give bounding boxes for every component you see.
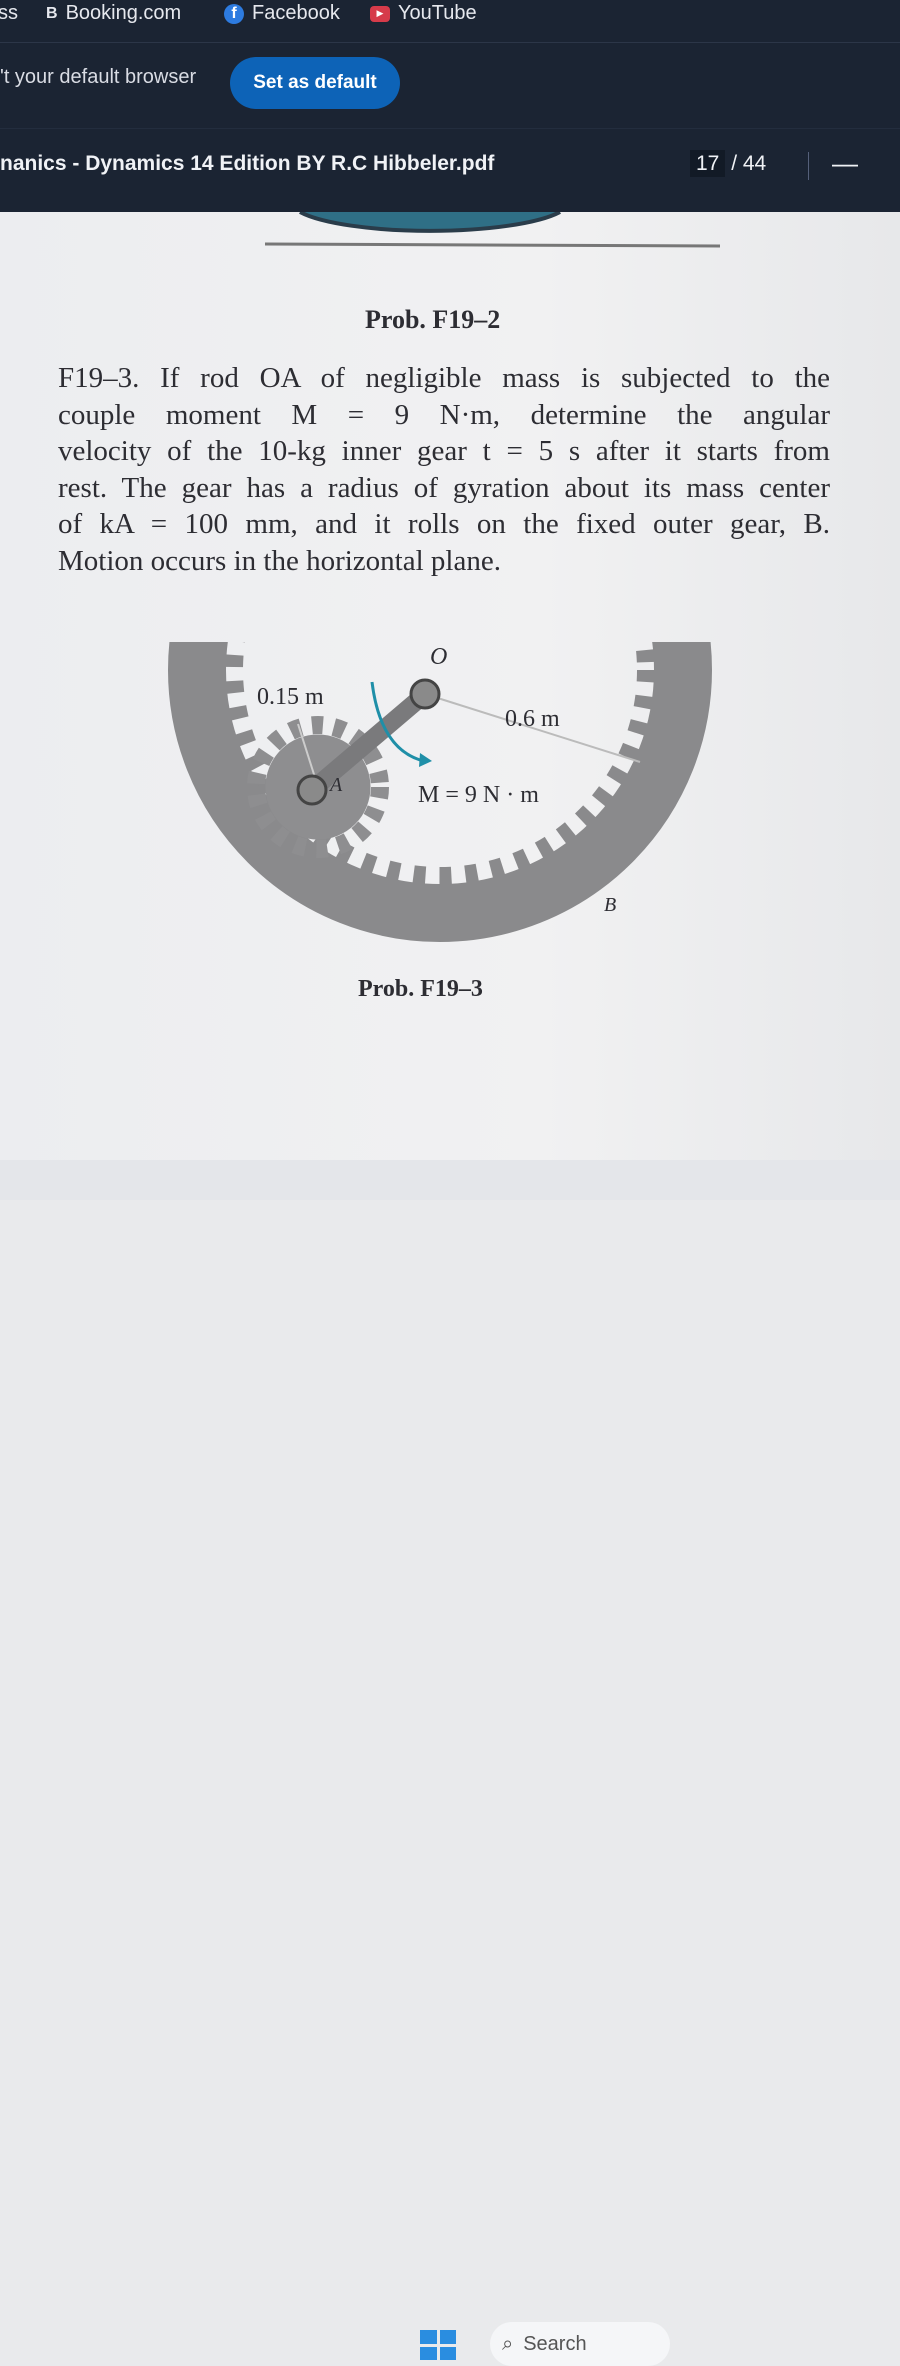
problem-line: of kA = 100 mm, and it rolls on the fixe… xyxy=(58,508,830,540)
page-number-input[interactable]: 17 xyxy=(690,150,726,177)
pdf-title: nanics - Dynamics 14 Edition BY R.C Hibb… xyxy=(0,152,495,175)
label-o: O xyxy=(430,644,448,670)
problem-line: F19–3. If rod OA of negligible mass is s… xyxy=(58,362,830,394)
bookmark-label: ss xyxy=(0,2,18,24)
moment-label: M = 9 N · m xyxy=(418,782,539,808)
problem-line: rest. The gear has a radius of gyration … xyxy=(58,471,830,504)
pin-a xyxy=(296,774,328,806)
bookmark-label: Facebook xyxy=(252,2,340,24)
problem-text: F19–3. If rod OA of negligible mass is s… xyxy=(58,360,830,579)
divider xyxy=(808,152,809,180)
bookmark-youtube[interactable]: ▶ YouTube xyxy=(370,2,477,25)
figure-caption: Prob. F19–3 xyxy=(358,976,483,1002)
facebook-icon: f xyxy=(224,3,244,24)
label-b: B xyxy=(604,894,617,916)
default-browser-message: 't your default browser xyxy=(0,66,197,88)
moment-arrowhead xyxy=(419,753,432,767)
bookmark-facebook[interactable]: f Facebook xyxy=(224,2,340,25)
booking-icon: B xyxy=(46,4,58,22)
prev-figure-disc xyxy=(299,212,561,233)
figure-svg xyxy=(168,212,721,942)
label-a: A xyxy=(330,774,343,796)
prev-figure-ground xyxy=(264,242,721,248)
problem-line: couple moment M = 9 N·m, determine the a… xyxy=(58,398,830,431)
bookmark-label: Booking.com xyxy=(65,2,182,24)
youtube-icon: ▶ xyxy=(370,5,390,22)
windows-start-icon[interactable] xyxy=(420,2330,456,2360)
divider xyxy=(0,128,900,129)
browser-chrome: ss B Booking.com f Facebook ▶ YouTube 't yo… xyxy=(0,0,900,212)
dimension-inner-radius: 0.15 m xyxy=(257,684,324,710)
set-as-default-button[interactable]: Set as default xyxy=(230,57,400,109)
problem-line: Motion occurs in the horizontal plane. xyxy=(58,544,501,577)
problem-line: velocity of the 10-kg inner gear t = 5 s… xyxy=(58,435,830,467)
dimension-outer-radius: 0.6 m xyxy=(505,706,560,732)
taskbar: ⌕ Search xyxy=(0,1160,900,2366)
prev-problem-caption: Prob. F19–2 xyxy=(365,305,501,334)
divider xyxy=(0,42,900,43)
bookmark-booking[interactable]: B Booking.com xyxy=(46,2,181,25)
pin-o xyxy=(409,678,441,710)
search-icon: ⌕ xyxy=(502,2332,514,2355)
search-label: Search xyxy=(523,2332,587,2355)
zoom-out-button[interactable]: — xyxy=(832,148,858,179)
pdf-page: Prob. F19–2 F19–3. If rod OA of negligib… xyxy=(0,212,900,1160)
taskbar-search[interactable]: ⌕ Search xyxy=(490,2322,670,2366)
total-pages: / 44 xyxy=(731,152,767,175)
bookmark-truncated[interactable]: ss xyxy=(0,2,18,25)
page-indicator: 17 / 44 xyxy=(690,150,767,177)
bookmark-label: YouTube xyxy=(398,2,477,24)
